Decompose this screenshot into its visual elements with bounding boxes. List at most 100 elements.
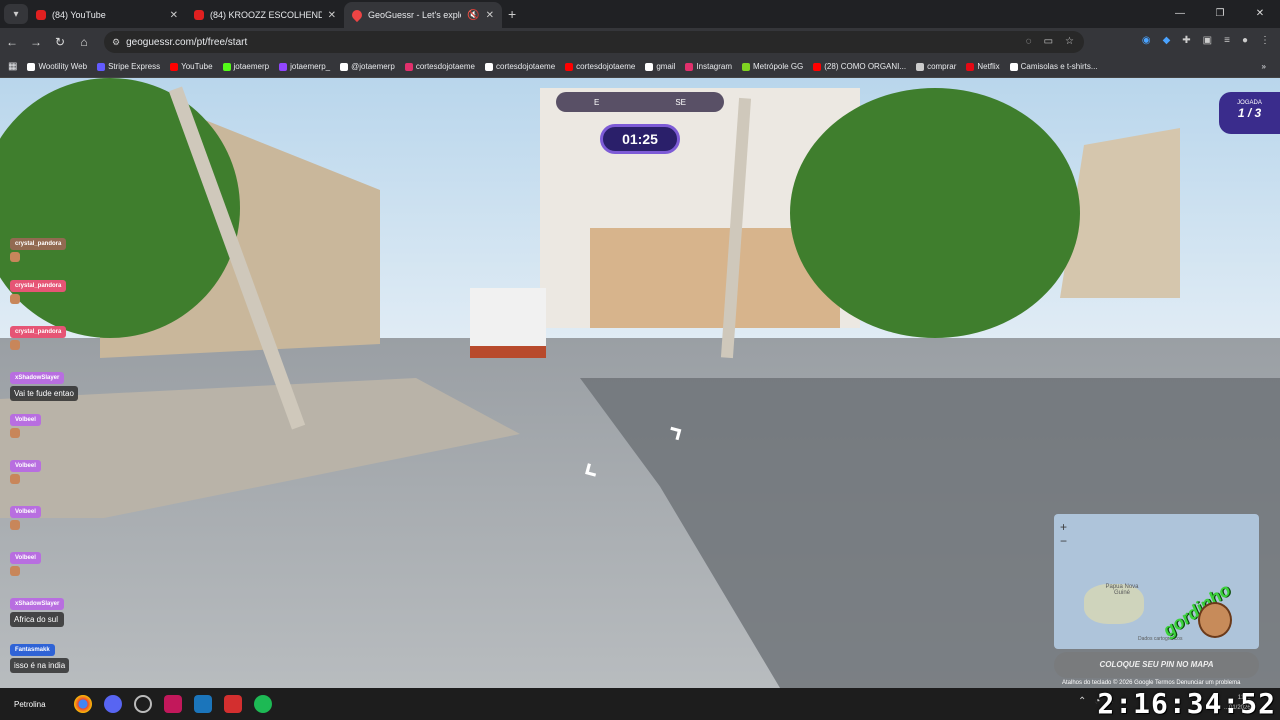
bookmark-item[interactable]: Stripe Express — [97, 62, 160, 71]
star-icon[interactable]: ☆ — [1065, 36, 1074, 47]
extensions-area: ◉ ◆ ✚ ▣ ≡ ● ⋮ — [1142, 35, 1270, 46]
chat-username: xShadowSlayer — [10, 372, 65, 384]
window-controls: — ❐ ✕ — [1160, 0, 1280, 28]
reading-list-icon[interactable]: ≡ — [1224, 35, 1230, 46]
chat-username: crystal_pandora — [10, 280, 67, 292]
bookmark-item[interactable]: Netflix — [966, 62, 1000, 71]
chat-message: crystal_pandora — [10, 320, 67, 350]
close-window-button[interactable]: ✕ — [1240, 0, 1280, 28]
steam-icon[interactable] — [194, 695, 212, 713]
bookmark-item[interactable]: cortesdojotaeme — [404, 62, 475, 71]
chat-message: crystal_pandora — [10, 232, 67, 262]
menu-kebab-icon[interactable]: ⋮ — [1260, 35, 1270, 46]
bookmark-item[interactable]: cortesdojotaeme — [485, 62, 555, 71]
round-value: 1 / 3 — [1237, 106, 1262, 120]
tab-strip: ▾ (84) YouTube ✕ (84) KROOZZ ESCOLHENDO … — [0, 0, 1280, 28]
bookmark-label: gmail — [656, 62, 676, 71]
new-tab-button[interactable]: + — [508, 6, 516, 22]
puzzle-icon[interactable]: ✚ — [1182, 35, 1190, 46]
home-icon[interactable]: ⌂ — [72, 35, 96, 49]
bookmark-icon — [685, 62, 694, 71]
more-bookmarks-icon[interactable]: » — [1262, 62, 1266, 71]
address-bar[interactable]: ⚙ geoguessr.com/pt/free/start — [104, 31, 1084, 53]
streamer-avatar — [1198, 602, 1232, 638]
bookmark-icon — [813, 62, 822, 71]
bookmark-item[interactable]: YouTube — [170, 62, 213, 71]
chat-emote-icon — [10, 428, 20, 438]
app-icon[interactable] — [224, 695, 242, 713]
app-icon[interactable] — [164, 695, 182, 713]
bookmark-icon — [916, 62, 925, 71]
chat-username: Volbeel — [10, 506, 41, 518]
bookmark-item[interactable]: @jotaemerp — [340, 62, 395, 71]
maximize-button[interactable]: ❐ — [1200, 0, 1240, 28]
browser-toolbar: ← → ↻ ⌂ ⚙ geoguessr.com/pt/free/start ◌ … — [0, 28, 1280, 56]
tab-search-button[interactable]: ▾ — [4, 4, 28, 24]
bookmark-icon — [565, 62, 574, 71]
bookmark-item[interactable]: jotaemerp — [222, 62, 269, 71]
taskbar-apps — [74, 695, 272, 713]
site-info-icon[interactable]: ⚙ — [112, 37, 120, 48]
close-tab-icon[interactable]: ✕ — [170, 10, 178, 21]
bookmark-icon — [97, 62, 106, 71]
bookmark-item[interactable]: Wootility Web — [27, 62, 87, 71]
bookmark-item[interactable]: Camisolas e t-shirts... — [1009, 62, 1098, 71]
bookmark-label: comprar — [927, 62, 957, 71]
close-tab-icon[interactable]: ✕ — [328, 10, 336, 21]
tab-geoguessr[interactable]: GeoGuessr - Let's explore th 🔇 ✕ — [344, 2, 502, 28]
zoom-controls: + − — [1060, 520, 1067, 548]
chat-emote-icon — [10, 474, 20, 484]
bookmark-item[interactable]: (28) COMO ORGANI... — [813, 62, 906, 71]
mute-tab-icon[interactable]: 🔇 — [467, 10, 479, 21]
bookmark-icon — [222, 62, 231, 71]
avatar[interactable]: ● — [1242, 35, 1248, 46]
forward-arrow-icon[interactable]: → — [24, 35, 48, 49]
bookmark-label: Stripe Express — [108, 62, 161, 71]
bookmark-icon — [404, 62, 413, 71]
weather-widget[interactable]: Petrolina — [14, 700, 64, 709]
extension-icon[interactable]: ◆ — [1163, 35, 1171, 46]
stream-clock: 2:16:34:52 — [1097, 687, 1276, 720]
bookmark-icon — [742, 62, 751, 71]
eye-off-icon[interactable]: ◌ — [1026, 36, 1032, 47]
bookmark-item[interactable]: jotaemerp_ — [279, 62, 330, 71]
minimize-button[interactable]: — — [1160, 0, 1200, 28]
discord-icon[interactable] — [104, 695, 122, 713]
back-arrow-icon[interactable]: ← — [0, 35, 24, 49]
apps-grid-icon[interactable]: ▦ — [8, 61, 17, 72]
spotify-icon[interactable] — [254, 695, 272, 713]
bookmark-icon — [1009, 62, 1018, 71]
chat-text: Africa do sul — [10, 612, 65, 627]
extension-icon[interactable]: ◉ — [1142, 35, 1151, 46]
chat-username: Fantasmakk — [10, 644, 55, 656]
close-tab-icon[interactable]: ✕ — [486, 10, 494, 21]
bookmark-item[interactable]: comprar — [916, 62, 956, 71]
map-place-label: Papua Nova Guiné — [1105, 584, 1139, 596]
reload-icon[interactable]: ↻ — [48, 35, 72, 49]
bookmark-label: cortesdojotaeme — [576, 62, 636, 71]
bookmark-label: Wootility Web — [38, 62, 88, 71]
bookmark-icon — [279, 62, 288, 71]
tab-youtube-video[interactable]: (84) KROOZZ ESCOLHENDO UM ✕ — [186, 2, 344, 28]
youtube-icon — [194, 10, 204, 20]
zoom-in-button[interactable]: + — [1060, 520, 1067, 534]
sidebar-icon[interactable]: ▣ — [1203, 35, 1212, 46]
chat-username: crystal_pandora — [10, 326, 67, 338]
bookmark-item[interactable]: gmail — [645, 62, 675, 71]
gear-icon[interactable] — [134, 695, 152, 713]
chat-text: isso é na india — [10, 658, 70, 673]
zoom-out-button[interactable]: − — [1060, 534, 1067, 548]
bookmark-label: @jotaemerp — [351, 62, 395, 71]
bookmark-label: jotaemerp_ — [290, 62, 331, 71]
bookmark-label: Camisolas e t-shirts... — [1020, 62, 1098, 71]
chrome-icon[interactable] — [74, 695, 92, 713]
bookmark-item[interactable]: cortesdojotaeme — [565, 62, 635, 71]
tab-youtube[interactable]: (84) YouTube ✕ — [28, 2, 186, 28]
bookmark-label: Instagram — [696, 62, 733, 71]
chat-emote-icon — [10, 252, 20, 262]
bookmark-item[interactable]: Metrópole GG — [742, 62, 803, 71]
chevron-up-icon[interactable]: ⌃ — [1078, 696, 1086, 707]
bookmark-item[interactable]: Instagram — [685, 62, 732, 71]
cast-icon[interactable]: ▭ — [1044, 36, 1053, 47]
chat-emote-icon — [10, 340, 20, 350]
